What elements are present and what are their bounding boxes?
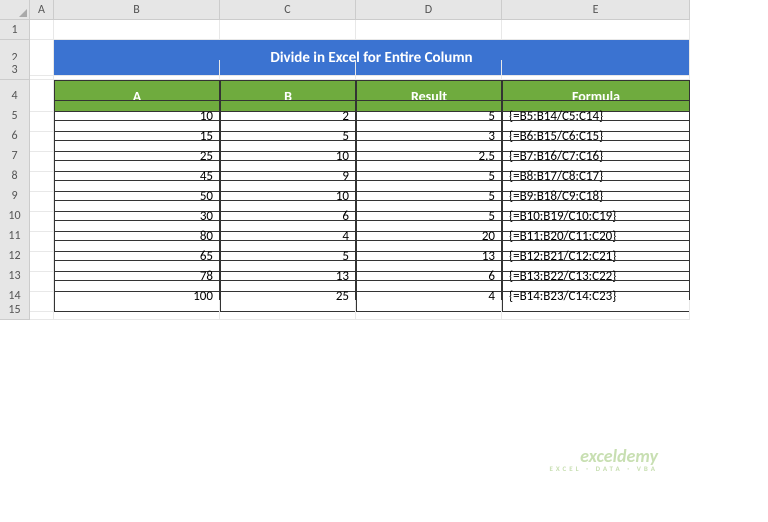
- col-header-B[interactable]: B: [54, 0, 220, 20]
- cell[interactable]: [502, 20, 690, 40]
- cell[interactable]: [356, 300, 502, 320]
- watermark-tag: EXCEL · DATA · VBA: [549, 465, 658, 472]
- cell[interactable]: [30, 20, 54, 40]
- cell[interactable]: [220, 20, 356, 40]
- cell[interactable]: [30, 60, 54, 80]
- cell[interactable]: [220, 60, 356, 80]
- cell[interactable]: [220, 300, 356, 320]
- col-header-A[interactable]: A: [30, 0, 54, 20]
- cell[interactable]: [54, 20, 220, 40]
- row-header-15[interactable]: 15: [0, 300, 30, 320]
- cell[interactable]: [30, 300, 54, 320]
- cell[interactable]: [502, 60, 690, 80]
- row-header-1[interactable]: 1: [0, 20, 30, 40]
- col-header-E[interactable]: E: [502, 0, 690, 20]
- cell[interactable]: [356, 60, 502, 80]
- row-header-3[interactable]: 3: [0, 60, 30, 80]
- spreadsheet-grid: A B C D E 1 2 Divide in Excel for Entire…: [0, 0, 768, 320]
- cell[interactable]: [54, 60, 220, 80]
- select-all-corner[interactable]: [0, 0, 30, 20]
- col-header-C[interactable]: C: [220, 0, 356, 20]
- cell[interactable]: [356, 20, 502, 40]
- cell[interactable]: [502, 300, 690, 320]
- cell[interactable]: [54, 300, 220, 320]
- watermark: exceldemy EXCEL · DATA · VBA: [549, 447, 658, 472]
- watermark-brand: exceldemy: [580, 445, 658, 467]
- col-header-D[interactable]: D: [356, 0, 502, 20]
